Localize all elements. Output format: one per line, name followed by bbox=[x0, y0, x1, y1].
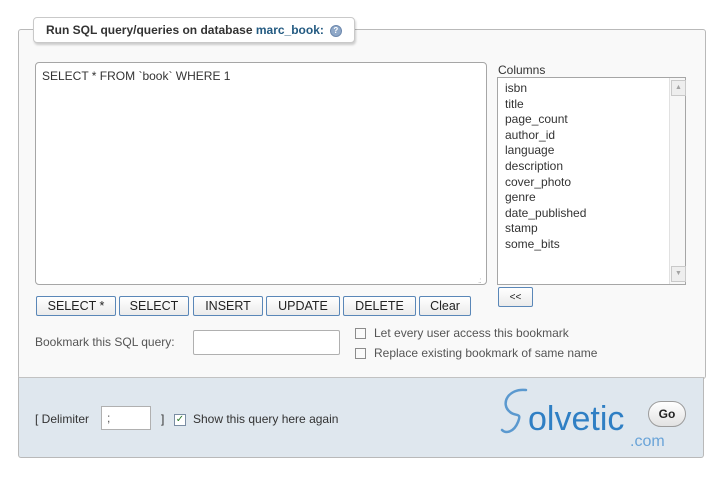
replace-bookmark-checkbox[interactable] bbox=[355, 348, 366, 359]
go-button[interactable]: Go bbox=[648, 401, 686, 427]
delimiter-input[interactable] bbox=[101, 406, 151, 430]
columns-list[interactable]: isbn title page_count author_id language… bbox=[497, 77, 686, 285]
bookmark-label: Bookmark this SQL query: bbox=[35, 335, 175, 349]
bookmark-input[interactable] bbox=[193, 330, 340, 355]
column-item[interactable]: stamp bbox=[505, 221, 685, 237]
panel-title: Run SQL query/queries on database marc_b… bbox=[33, 17, 355, 43]
resize-grip-icon[interactable]: .: bbox=[478, 276, 482, 285]
database-name: marc_book: bbox=[255, 23, 324, 37]
select-star-button[interactable]: SELECT * bbox=[36, 296, 116, 316]
columns-scrollbar[interactable]: ▲ ▼ bbox=[669, 78, 686, 284]
column-item[interactable]: genre bbox=[505, 190, 685, 206]
column-item[interactable]: title bbox=[505, 97, 685, 113]
column-item[interactable]: author_id bbox=[505, 128, 685, 144]
insert-button[interactable]: INSERT bbox=[193, 296, 263, 316]
every-user-checkbox[interactable] bbox=[355, 328, 366, 339]
column-item[interactable]: description bbox=[505, 159, 685, 175]
logo-wordmark: olvetic bbox=[528, 400, 624, 438]
logo-suffix: .com bbox=[630, 433, 665, 450]
update-button[interactable]: UPDATE bbox=[266, 296, 340, 316]
show-query-label: Show this query here again bbox=[193, 412, 339, 426]
column-item[interactable]: language bbox=[505, 143, 685, 159]
column-item[interactable]: page_count bbox=[505, 112, 685, 128]
replace-bookmark-label: Replace existing bookmark of same name bbox=[374, 346, 598, 360]
columns-label: Columns bbox=[498, 63, 546, 77]
every-user-option[interactable]: Let every user access this bookmark bbox=[355, 326, 569, 340]
column-item[interactable]: isbn bbox=[505, 81, 685, 97]
column-item[interactable]: some_bits bbox=[505, 237, 685, 253]
insert-column-button[interactable]: << bbox=[498, 287, 533, 307]
clear-button[interactable]: Clear bbox=[419, 296, 471, 316]
select-button[interactable]: SELECT bbox=[119, 296, 189, 316]
panel-title-prefix: Run SQL query/queries on database bbox=[46, 23, 256, 37]
scroll-up-icon[interactable]: ▲ bbox=[671, 80, 686, 96]
every-user-label: Let every user access this bookmark bbox=[374, 326, 569, 340]
replace-bookmark-option[interactable]: Replace existing bookmark of same name bbox=[355, 346, 597, 360]
sql-query-textarea[interactable]: SELECT * FROM `book` WHERE 1 bbox=[35, 62, 487, 285]
scroll-down-icon[interactable]: ▼ bbox=[671, 266, 686, 282]
column-item[interactable]: date_published bbox=[505, 206, 685, 222]
column-item[interactable]: cover_photo bbox=[505, 175, 685, 191]
delete-button[interactable]: DELETE bbox=[343, 296, 416, 316]
delimiter-close-bracket: ] bbox=[161, 412, 165, 426]
show-query-checkbox[interactable]: ✓ bbox=[174, 414, 186, 426]
delimiter-label: [ Delimiter bbox=[35, 412, 90, 426]
help-icon[interactable]: ? bbox=[329, 24, 342, 37]
